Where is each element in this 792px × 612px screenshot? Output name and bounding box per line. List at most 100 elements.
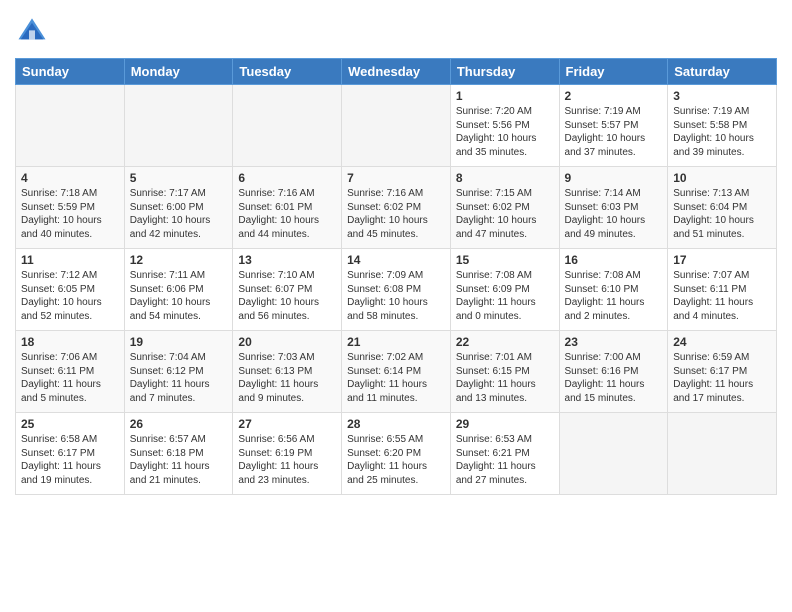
day-info: Sunrise: 7:17 AM Sunset: 6:00 PM Dayligh… bbox=[130, 187, 228, 241]
calendar-body: 1 Sunrise: 7:20 AM Sunset: 5:56 PM Daylig… bbox=[16, 85, 777, 495]
day-number: 5 bbox=[130, 171, 228, 185]
day-number: 13 bbox=[238, 253, 336, 267]
weekday-header-sunday: Sunday bbox=[16, 59, 125, 85]
day-number: 24 bbox=[673, 335, 771, 349]
calendar-cell bbox=[16, 85, 125, 167]
weekday-header-friday: Friday bbox=[559, 59, 668, 85]
day-number: 9 bbox=[565, 171, 663, 185]
day-number: 18 bbox=[21, 335, 119, 349]
day-info: Sunrise: 7:16 AM Sunset: 6:02 PM Dayligh… bbox=[347, 187, 445, 241]
day-number: 11 bbox=[21, 253, 119, 267]
day-info: Sunrise: 7:07 AM Sunset: 6:11 PM Dayligh… bbox=[673, 269, 771, 323]
logo bbox=[15, 15, 47, 50]
day-number: 16 bbox=[565, 253, 663, 267]
day-info: Sunrise: 7:20 AM Sunset: 5:56 PM Dayligh… bbox=[456, 105, 554, 159]
calendar-cell: 12 Sunrise: 7:11 AM Sunset: 6:06 PM Dayli… bbox=[124, 249, 233, 331]
day-info: Sunrise: 7:13 AM Sunset: 6:04 PM Dayligh… bbox=[673, 187, 771, 241]
calendar-cell: 8 Sunrise: 7:15 AM Sunset: 6:02 PM Daylig… bbox=[450, 167, 559, 249]
day-info: Sunrise: 7:19 AM Sunset: 5:58 PM Dayligh… bbox=[673, 105, 771, 159]
calendar-cell: 15 Sunrise: 7:08 AM Sunset: 6:09 PM Dayli… bbox=[450, 249, 559, 331]
calendar-cell: 14 Sunrise: 7:09 AM Sunset: 6:08 PM Dayli… bbox=[342, 249, 451, 331]
calendar-cell: 11 Sunrise: 7:12 AM Sunset: 6:05 PM Dayli… bbox=[16, 249, 125, 331]
calendar-cell: 17 Sunrise: 7:07 AM Sunset: 6:11 PM Dayli… bbox=[668, 249, 777, 331]
page-container: SundayMondayTuesdayWednesdayThursdayFrid… bbox=[0, 0, 792, 500]
day-info: Sunrise: 6:58 AM Sunset: 6:17 PM Dayligh… bbox=[21, 433, 119, 487]
calendar-cell: 3 Sunrise: 7:19 AM Sunset: 5:58 PM Daylig… bbox=[668, 85, 777, 167]
weekday-header-monday: Monday bbox=[124, 59, 233, 85]
week-row-0: 1 Sunrise: 7:20 AM Sunset: 5:56 PM Daylig… bbox=[16, 85, 777, 167]
calendar-cell bbox=[233, 85, 342, 167]
calendar-cell: 29Sunrise: 6:53 AM Sunset: 6:21 PM Dayli… bbox=[450, 413, 559, 495]
day-number: 21 bbox=[347, 335, 445, 349]
calendar-cell: 6 Sunrise: 7:16 AM Sunset: 6:01 PM Daylig… bbox=[233, 167, 342, 249]
day-number: 14 bbox=[347, 253, 445, 267]
day-info: Sunrise: 7:04 AM Sunset: 6:12 PM Dayligh… bbox=[130, 351, 228, 405]
day-number: 1 bbox=[456, 89, 554, 103]
day-info: Sunrise: 7:18 AM Sunset: 5:59 PM Dayligh… bbox=[21, 187, 119, 241]
day-number: 4 bbox=[21, 171, 119, 185]
calendar-cell: 22 Sunrise: 7:01 AM Sunset: 6:15 PM Dayli… bbox=[450, 331, 559, 413]
calendar-cell: 13 Sunrise: 7:10 AM Sunset: 6:07 PM Dayli… bbox=[233, 249, 342, 331]
day-info: Sunrise: 7:10 AM Sunset: 6:07 PM Dayligh… bbox=[238, 269, 336, 323]
day-info: Sunrise: 7:11 AM Sunset: 6:06 PM Dayligh… bbox=[130, 269, 228, 323]
day-number: 8 bbox=[456, 171, 554, 185]
day-info: Sunrise: 6:55 AM Sunset: 6:20 PM Dayligh… bbox=[347, 433, 445, 487]
day-info: Sunrise: 7:01 AM Sunset: 6:15 PM Dayligh… bbox=[456, 351, 554, 405]
day-info: Sunrise: 6:59 AM Sunset: 6:17 PM Dayligh… bbox=[673, 351, 771, 405]
day-info: Sunrise: 7:14 AM Sunset: 6:03 PM Dayligh… bbox=[565, 187, 663, 241]
day-number: 6 bbox=[238, 171, 336, 185]
logo-icon bbox=[17, 15, 47, 45]
day-number: 25 bbox=[21, 417, 119, 431]
day-info: Sunrise: 6:57 AM Sunset: 6:18 PM Dayligh… bbox=[130, 433, 228, 487]
day-number: 17 bbox=[673, 253, 771, 267]
weekday-header-tuesday: Tuesday bbox=[233, 59, 342, 85]
calendar-cell: 5 Sunrise: 7:17 AM Sunset: 6:00 PM Daylig… bbox=[124, 167, 233, 249]
day-number: 7 bbox=[347, 171, 445, 185]
calendar-cell: 24 Sunrise: 6:59 AM Sunset: 6:17 PM Dayli… bbox=[668, 331, 777, 413]
day-info: Sunrise: 7:03 AM Sunset: 6:13 PM Dayligh… bbox=[238, 351, 336, 405]
day-number: 23 bbox=[565, 335, 663, 349]
calendar-cell: 20 Sunrise: 7:03 AM Sunset: 6:13 PM Dayli… bbox=[233, 331, 342, 413]
day-info: Sunrise: 7:15 AM Sunset: 6:02 PM Dayligh… bbox=[456, 187, 554, 241]
calendar-cell: 10 Sunrise: 7:13 AM Sunset: 6:04 PM Dayli… bbox=[668, 167, 777, 249]
week-row-4: 25 Sunrise: 6:58 AM Sunset: 6:17 PM Dayli… bbox=[16, 413, 777, 495]
week-row-3: 18 Sunrise: 7:06 AM Sunset: 6:11 PM Dayli… bbox=[16, 331, 777, 413]
day-number: 29 bbox=[456, 417, 554, 431]
day-info: Sunrise: 7:06 AM Sunset: 6:11 PM Dayligh… bbox=[21, 351, 119, 405]
day-number: 19 bbox=[130, 335, 228, 349]
day-number: 12 bbox=[130, 253, 228, 267]
calendar-table: SundayMondayTuesdayWednesdayThursdayFrid… bbox=[15, 58, 777, 495]
calendar-cell: 19 Sunrise: 7:04 AM Sunset: 6:12 PM Dayli… bbox=[124, 331, 233, 413]
calendar-cell bbox=[668, 413, 777, 495]
day-info: Sunrise: 6:56 AM Sunset: 6:19 PM Dayligh… bbox=[238, 433, 336, 487]
calendar-cell: 23Sunrise: 7:00 AM Sunset: 6:16 PM Dayli… bbox=[559, 331, 668, 413]
day-number: 27 bbox=[238, 417, 336, 431]
weekday-header-wednesday: Wednesday bbox=[342, 59, 451, 85]
calendar-cell: 2 Sunrise: 7:19 AM Sunset: 5:57 PM Daylig… bbox=[559, 85, 668, 167]
calendar-cell bbox=[342, 85, 451, 167]
calendar-cell: 7 Sunrise: 7:16 AM Sunset: 6:02 PM Daylig… bbox=[342, 167, 451, 249]
calendar-cell: 1 Sunrise: 7:20 AM Sunset: 5:56 PM Daylig… bbox=[450, 85, 559, 167]
calendar-cell: 18 Sunrise: 7:06 AM Sunset: 6:11 PM Dayli… bbox=[16, 331, 125, 413]
week-row-2: 11 Sunrise: 7:12 AM Sunset: 6:05 PM Dayli… bbox=[16, 249, 777, 331]
day-info: Sunrise: 7:16 AM Sunset: 6:01 PM Dayligh… bbox=[238, 187, 336, 241]
day-info: Sunrise: 7:19 AM Sunset: 5:57 PM Dayligh… bbox=[565, 105, 663, 159]
day-number: 2 bbox=[565, 89, 663, 103]
day-number: 20 bbox=[238, 335, 336, 349]
day-info: Sunrise: 7:09 AM Sunset: 6:08 PM Dayligh… bbox=[347, 269, 445, 323]
day-number: 3 bbox=[673, 89, 771, 103]
day-info: Sunrise: 7:12 AM Sunset: 6:05 PM Dayligh… bbox=[21, 269, 119, 323]
weekday-header-row: SundayMondayTuesdayWednesdayThursdayFrid… bbox=[16, 59, 777, 85]
calendar-cell bbox=[124, 85, 233, 167]
calendar-cell bbox=[559, 413, 668, 495]
day-info: Sunrise: 7:08 AM Sunset: 6:09 PM Dayligh… bbox=[456, 269, 554, 323]
day-info: Sunrise: 7:02 AM Sunset: 6:14 PM Dayligh… bbox=[347, 351, 445, 405]
day-number: 10 bbox=[673, 171, 771, 185]
day-number: 22 bbox=[456, 335, 554, 349]
calendar-cell: 26Sunrise: 6:57 AM Sunset: 6:18 PM Dayli… bbox=[124, 413, 233, 495]
week-row-1: 4 Sunrise: 7:18 AM Sunset: 5:59 PM Daylig… bbox=[16, 167, 777, 249]
day-number: 15 bbox=[456, 253, 554, 267]
day-info: Sunrise: 7:08 AM Sunset: 6:10 PM Dayligh… bbox=[565, 269, 663, 323]
calendar-cell: 16 Sunrise: 7:08 AM Sunset: 6:10 PM Dayli… bbox=[559, 249, 668, 331]
weekday-header-thursday: Thursday bbox=[450, 59, 559, 85]
